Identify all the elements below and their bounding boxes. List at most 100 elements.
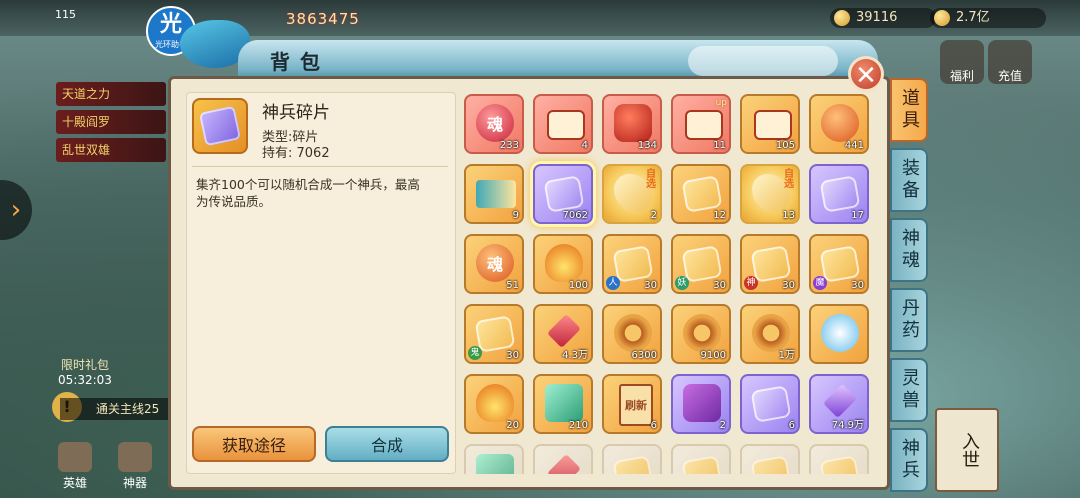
item-icon [547, 454, 581, 474]
race-tag: 魔 [813, 276, 827, 290]
item-slot[interactable]: 100 [533, 234, 593, 294]
item-slot[interactable]: 210 [533, 374, 593, 434]
item-slot[interactable] [464, 444, 524, 474]
event-banner[interactable]: 乱世双雄 [56, 138, 166, 162]
close-button[interactable]: ✕ [848, 56, 884, 92]
item-slot[interactable]: 2 [671, 374, 731, 434]
item-slot[interactable]: 魂 51 [464, 234, 524, 294]
item-slot[interactable]: 13 自选 [740, 164, 800, 224]
item-count: 9 [512, 210, 519, 221]
artifact-icon [118, 442, 152, 472]
event-banner[interactable]: 天道之力 [56, 82, 166, 106]
item-count: 1万 [778, 350, 795, 361]
tab-2[interactable]: 神魂 [890, 218, 928, 282]
item-count: 20 [506, 420, 519, 431]
item-count: 17 [851, 210, 864, 221]
item-count: 233 [499, 140, 519, 151]
item-count: 4.3万 [562, 350, 588, 361]
item-count: 30 [782, 280, 795, 291]
item-slot[interactable]: 30 魔 [809, 234, 869, 294]
item-icon [476, 180, 516, 208]
bag-title: 背包 [270, 50, 330, 74]
tab-5[interactable]: 神兵 [890, 428, 928, 492]
item-slot[interactable] [809, 304, 869, 364]
item-slot[interactable] [533, 444, 593, 474]
event-banner[interactable]: 十殿阎罗 [56, 110, 166, 134]
item-icon [750, 245, 792, 283]
item-icon [474, 315, 516, 353]
item-icon [681, 455, 723, 474]
item-count: 2 [719, 420, 726, 431]
item-slot[interactable]: 20 [464, 374, 524, 434]
item-count: 74.9万 [831, 420, 864, 431]
item-slot[interactable] [602, 444, 662, 474]
tab-3[interactable]: 丹药 [890, 288, 928, 352]
item-slot[interactable]: 74.9万 [809, 374, 869, 434]
welfare-button[interactable]: 福利 [940, 40, 984, 84]
item-slot[interactable]: 9 [464, 164, 524, 224]
wave-decoration [688, 46, 838, 76]
race-tag: 神 [744, 276, 758, 290]
recharge-button[interactable]: 充值 [988, 40, 1032, 84]
race-tag: 人 [606, 276, 620, 290]
item-slot[interactable]: 17 [809, 164, 869, 224]
race-tag: 鬼 [468, 346, 482, 360]
item-slot[interactable]: 6300 [602, 304, 662, 364]
item-slot[interactable]: 30 鬼 [464, 304, 524, 364]
item-description: 集齐100个可以随机合成一个神兵，最高为传说品质。 [196, 177, 420, 209]
tab-0[interactable]: 道具 [890, 78, 928, 142]
item-slot[interactable]: 1万 [740, 304, 800, 364]
item-slot[interactable]: 11 up [671, 94, 731, 154]
race-tag: 妖 [675, 276, 689, 290]
item-icon [614, 314, 652, 352]
optional-badge: 自选 [646, 169, 656, 190]
item-count: 9100 [700, 350, 726, 361]
nav-artifacts[interactable]: 神器 [110, 442, 160, 492]
item-icon [685, 110, 723, 140]
item-count: 30 [644, 280, 657, 291]
item-slot[interactable]: 441 [809, 94, 869, 154]
gold-coin-icon [834, 10, 850, 26]
item-slot[interactable]: 134 [602, 94, 662, 154]
item-slot[interactable]: 7062 [533, 164, 593, 224]
item-count: 51 [506, 280, 519, 291]
item-icon: 魂 [476, 244, 514, 282]
item-count: 2 [650, 210, 657, 221]
enter-world-scroll[interactable]: 入世 [935, 408, 999, 492]
item-slot[interactable]: 6 [740, 374, 800, 434]
limited-gift-label: 限时礼包 [60, 358, 109, 372]
divider [192, 166, 448, 167]
item-slot[interactable]: 魂 233 [464, 94, 524, 154]
item-slot[interactable]: 30 妖 [671, 234, 731, 294]
item-slot[interactable] [671, 444, 731, 474]
item-icon [683, 384, 721, 422]
nav-heroes[interactable]: 英雄 [50, 442, 100, 492]
tab-1[interactable]: 装备 [890, 148, 928, 212]
item-icon [819, 175, 861, 213]
item-owned: 持有: 7062 [262, 146, 330, 161]
item-slot[interactable]: 4.3万 [533, 304, 593, 364]
item-slot[interactable]: 30 神 [740, 234, 800, 294]
main-quest[interactable]: 通关主线25 [60, 398, 170, 420]
item-icon [754, 110, 792, 140]
item-slot[interactable]: 105 [740, 94, 800, 154]
selected-item-icon [192, 98, 248, 154]
item-icon [821, 314, 859, 352]
item-slot[interactable]: 12 [671, 164, 731, 224]
limited-gift[interactable]: 限时礼包 05:32:03 [50, 356, 120, 387]
item-slot[interactable]: 4 [533, 94, 593, 154]
item-count: 30 [851, 280, 864, 291]
item-slot[interactable]: 30 人 [602, 234, 662, 294]
synthesize-button[interactable]: 合成 [325, 426, 449, 462]
item-slot[interactable]: 9100 [671, 304, 731, 364]
item-slot[interactable] [740, 444, 800, 474]
item-slot[interactable] [809, 444, 869, 474]
gold-counter[interactable]: 39116 [830, 8, 936, 28]
item-slot[interactable]: 刷新 6 [602, 374, 662, 434]
get-source-button[interactable]: 获取途径 [192, 426, 316, 462]
item-count: 134 [637, 140, 657, 151]
currency-counter[interactable]: 2.7亿 [930, 8, 1046, 28]
tab-4[interactable]: 灵兽 [890, 358, 928, 422]
item-slot[interactable]: 2 自选 [602, 164, 662, 224]
welfare-label: 福利 [949, 69, 974, 83]
